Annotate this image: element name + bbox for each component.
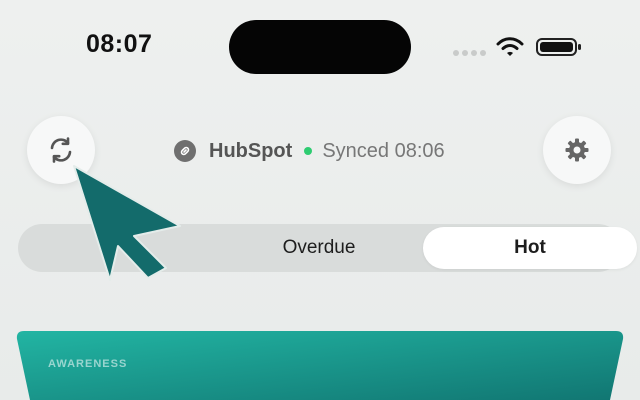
integration-status: HubSpot Synced 08:06 — [174, 136, 445, 166]
signal-icon — [453, 50, 486, 56]
segment-overdue[interactable]: Overdue — [219, 224, 419, 272]
sync-status-dot — [304, 147, 313, 155]
battery-icon — [536, 38, 581, 56]
status-bar: 08:07 — [0, 0, 640, 96]
sync-status-text: Synced 08:06 — [322, 139, 445, 162]
funnel-stage-label: AWARENESS — [48, 358, 128, 370]
gear-icon — [565, 138, 589, 162]
settings-button[interactable] — [543, 116, 611, 184]
wifi-icon — [496, 37, 524, 56]
integration-name: HubSpot — [209, 139, 293, 162]
cursor-icon — [73, 165, 181, 281]
segment-hot[interactable]: Hot — [423, 227, 637, 269]
status-time: 08:07 — [86, 30, 153, 58]
dynamic-island — [229, 20, 411, 74]
link-icon — [174, 140, 196, 162]
